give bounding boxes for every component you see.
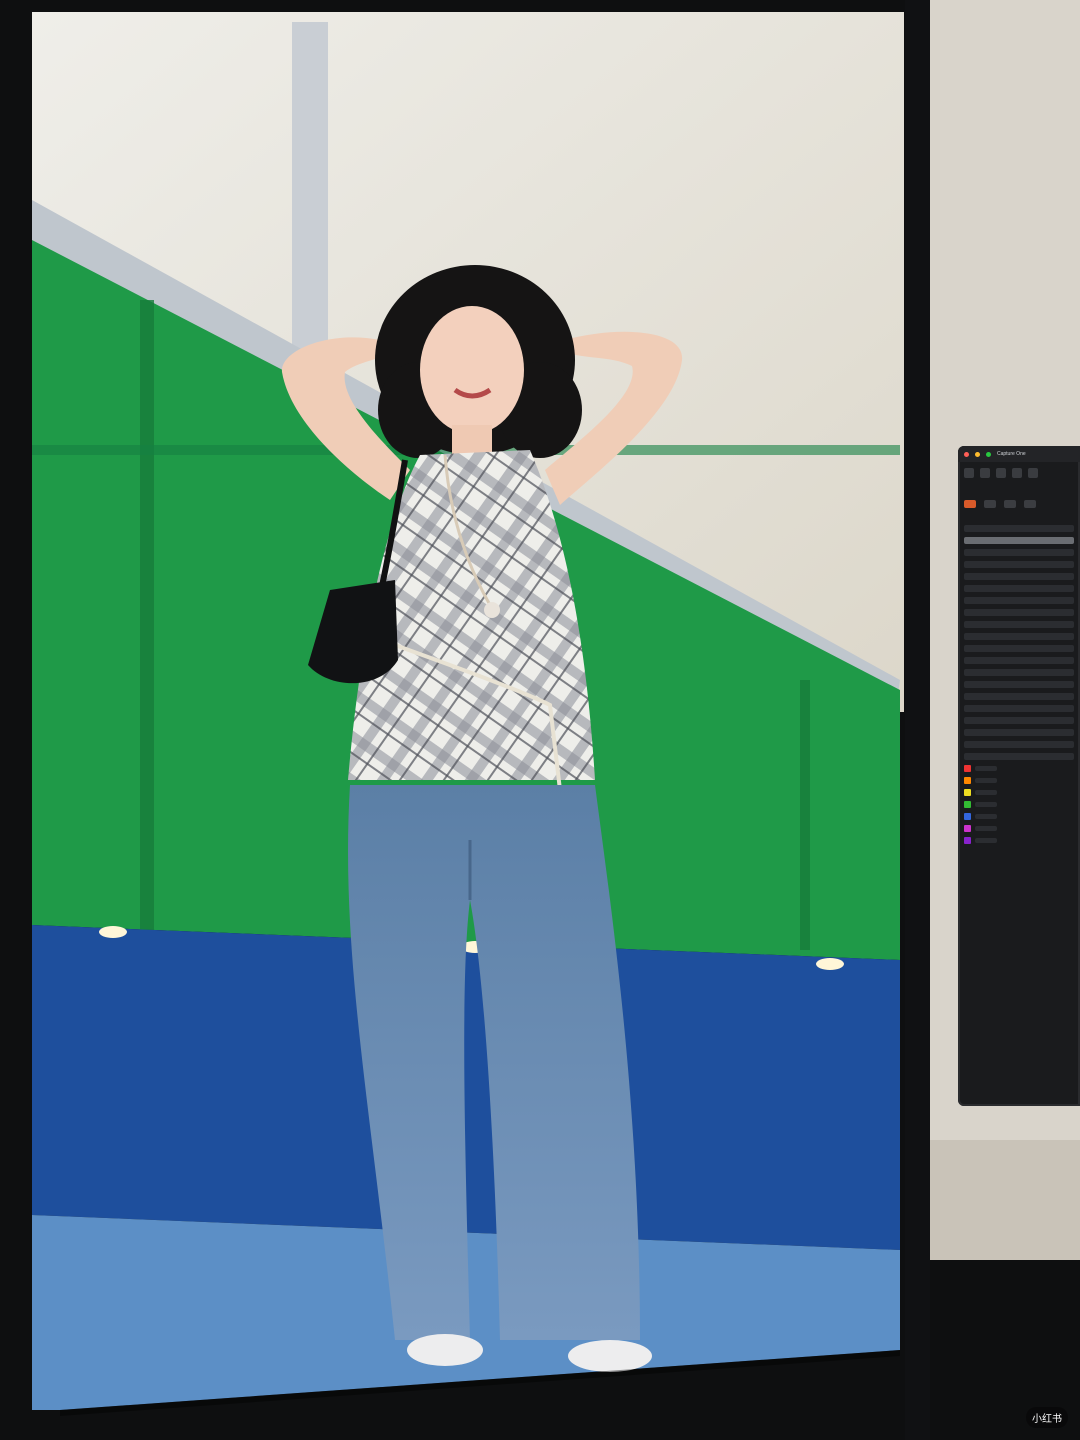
left-sneaker — [407, 1334, 483, 1366]
tab-metadata[interactable] — [1024, 500, 1036, 508]
tree-row[interactable] — [964, 681, 1074, 688]
red-swatch-icon — [964, 765, 971, 772]
tree-row[interactable] — [964, 717, 1074, 724]
orange-swatch-icon — [964, 777, 971, 784]
close-icon[interactable] — [964, 451, 969, 457]
minimize-icon[interactable] — [975, 451, 980, 457]
tree-row[interactable] — [964, 609, 1074, 616]
tool-tabs — [958, 490, 1080, 508]
watermark: 小红书 — [1026, 1407, 1068, 1428]
blue-swatch-icon — [964, 813, 971, 820]
color-label-row[interactable] — [964, 837, 1074, 844]
app-menubar: Capture One — [958, 446, 1080, 462]
color-label-row[interactable] — [964, 825, 1074, 832]
color-label-row[interactable] — [964, 777, 1074, 784]
tab-library[interactable] — [964, 500, 976, 508]
green-column-shadow — [140, 300, 154, 940]
tab-adjust[interactable] — [1004, 500, 1016, 508]
green-swatch-icon — [964, 801, 971, 808]
tree-row[interactable] — [964, 597, 1074, 604]
tree-row[interactable] — [964, 645, 1074, 652]
color-label-row[interactable] — [964, 813, 1074, 820]
tree-row[interactable] — [964, 729, 1074, 736]
app-title: Capture One — [997, 451, 1026, 457]
photo-scene — [0, 0, 1080, 1440]
import-icon[interactable] — [964, 468, 974, 478]
tree-row[interactable] — [964, 621, 1074, 628]
printed-photo — [32, 12, 904, 1416]
tree-row[interactable] — [964, 705, 1074, 712]
settings-icon[interactable] — [1028, 468, 1038, 478]
monitor-stand — [930, 1140, 1080, 1260]
color-label-row[interactable] — [964, 801, 1074, 808]
grid-icon[interactable] — [996, 468, 1006, 478]
yellow-swatch-icon — [964, 789, 971, 796]
color-label-row[interactable] — [964, 765, 1074, 772]
tree-row[interactable] — [964, 573, 1074, 580]
photo-stage: Capture One 小红书 — [0, 0, 1080, 1440]
tree-row[interactable] — [964, 741, 1074, 748]
color-label-row[interactable] — [964, 789, 1074, 796]
ledge-light — [99, 926, 127, 938]
tree-row[interactable] — [964, 561, 1074, 568]
tree-row[interactable] — [964, 693, 1074, 700]
pink-swatch-icon — [964, 825, 971, 832]
tree-row[interactable] — [964, 537, 1074, 544]
export-icon[interactable] — [1012, 468, 1022, 478]
purple-swatch-icon — [964, 837, 971, 844]
green-column-shadow — [800, 680, 810, 950]
right-sneaker — [568, 1340, 652, 1372]
zoom-icon[interactable] — [986, 451, 991, 457]
monitor-bezel — [905, 0, 930, 1440]
tree-row[interactable] — [964, 633, 1074, 640]
tree-row[interactable] — [964, 525, 1074, 532]
app-toolbar — [958, 462, 1080, 490]
camera-icon[interactable] — [980, 468, 990, 478]
necklace-pendant — [484, 602, 500, 618]
tree-row[interactable] — [964, 753, 1074, 760]
tree-row[interactable] — [964, 657, 1074, 664]
tree-row[interactable] — [964, 669, 1074, 676]
tree-row[interactable] — [964, 549, 1074, 556]
ledge-light — [816, 958, 844, 970]
library-tree — [958, 508, 1080, 861]
tree-row[interactable] — [964, 585, 1074, 592]
tab-capture[interactable] — [984, 500, 996, 508]
face — [420, 306, 524, 434]
photo-editor-window: Capture One — [958, 446, 1080, 1106]
window-mullion — [292, 22, 328, 352]
